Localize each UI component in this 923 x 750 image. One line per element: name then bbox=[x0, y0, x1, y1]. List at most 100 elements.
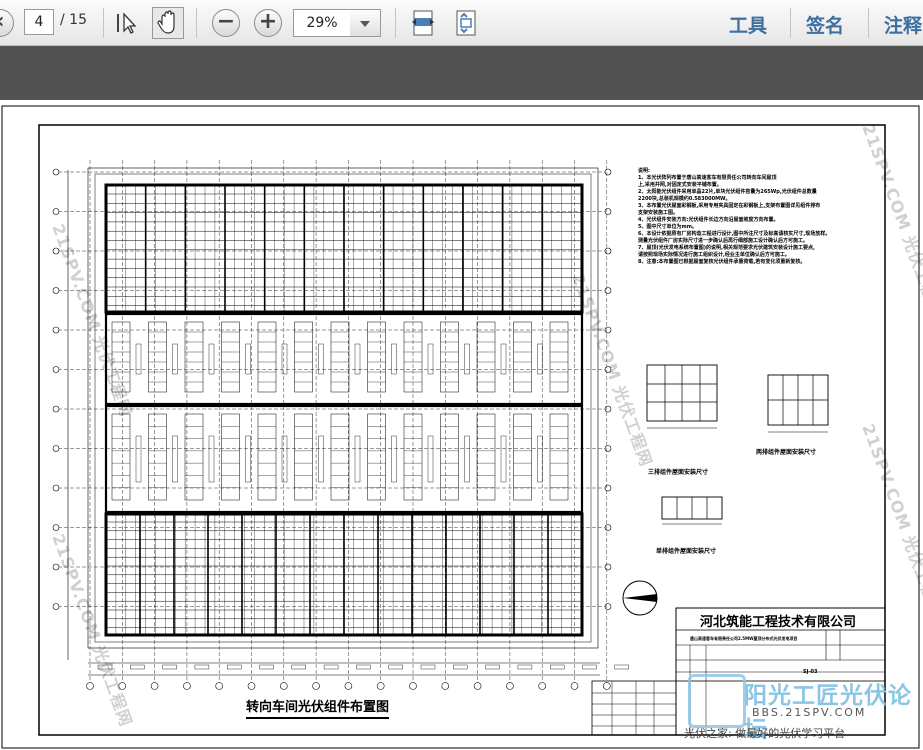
zoom-level-field[interactable]: 29% bbox=[293, 9, 351, 37]
axis-bubble bbox=[409, 682, 417, 690]
axis-bubble bbox=[52, 603, 60, 610]
axis-bubble bbox=[52, 208, 60, 215]
toolbar-divider bbox=[868, 8, 869, 38]
axis-bubble bbox=[604, 563, 612, 571]
walkway-strip bbox=[354, 435, 361, 483]
axis-bubble bbox=[247, 682, 256, 690]
axis-bubble bbox=[279, 682, 288, 690]
axis-bubble bbox=[473, 682, 482, 690]
axis-bubble bbox=[52, 326, 60, 334]
hand-tool-icon[interactable] bbox=[152, 7, 184, 39]
previous-page-button[interactable]: ‹ bbox=[0, 9, 14, 37]
pv-module-column bbox=[330, 321, 350, 393]
note-line: 3、本布置光伏屋面彩钢板,采用专用夹具固定在彩钢板上,支架布置图详见组件排布 bbox=[638, 203, 821, 209]
page-total: / 15 bbox=[60, 12, 87, 28]
menu-comment[interactable]: 注释 bbox=[884, 11, 922, 38]
zoom-out-button[interactable]: − bbox=[212, 9, 240, 37]
axis-bubble bbox=[344, 682, 353, 690]
axis-bubble bbox=[570, 682, 579, 690]
pv-module-column bbox=[367, 321, 386, 393]
pv-module-column bbox=[440, 321, 459, 393]
walkway-strip bbox=[500, 435, 507, 483]
walkway-strip bbox=[135, 435, 142, 483]
axis-bubble bbox=[52, 287, 60, 294]
dimension-tag bbox=[388, 664, 403, 670]
walkway-strip bbox=[537, 435, 543, 483]
pv-module-column bbox=[257, 413, 277, 501]
axis-bubble bbox=[441, 682, 450, 690]
axis-bubble bbox=[604, 366, 612, 373]
menu-sign[interactable]: 签名 bbox=[806, 11, 844, 38]
dimension-tag bbox=[420, 664, 436, 670]
walkway-strip bbox=[318, 435, 324, 483]
detail-label-single-row: 单排组件屋面安装尺寸 bbox=[656, 548, 717, 555]
north-arrow-pointer bbox=[623, 594, 657, 602]
axis-bubble bbox=[52, 563, 60, 571]
walkway-strip bbox=[208, 435, 215, 483]
axis-bubble bbox=[604, 168, 612, 176]
axis-bubble bbox=[52, 405, 60, 413]
dimension-tag bbox=[162, 664, 177, 670]
toolbar-divider bbox=[790, 8, 791, 38]
axis-bubble bbox=[604, 603, 612, 610]
axis-bubble bbox=[118, 682, 127, 690]
forum-url: BBS.21SPV.COM bbox=[752, 706, 867, 719]
note-line: 测量光伏组件厂房实际尺寸进一步确认后再行细部施工设计确认后方可施工。 bbox=[638, 238, 809, 244]
toolbar-divider bbox=[103, 8, 104, 38]
company-name: 河北筑能工程技术有限公司 bbox=[700, 615, 857, 630]
axis-bubble bbox=[604, 247, 612, 255]
walkway-strip bbox=[427, 435, 434, 483]
pv-module-column bbox=[221, 321, 240, 393]
note-line: 6、本设计依据原有厂房构造工程进行设计,图中所注尺寸及标高请核实尺寸,现场放样。 bbox=[638, 231, 831, 237]
pv-module-column bbox=[367, 413, 386, 501]
axis-bubble bbox=[602, 682, 611, 690]
zoom-dropdown-button[interactable] bbox=[350, 9, 381, 37]
toolbar-divider bbox=[395, 8, 396, 38]
pv-module-column bbox=[184, 413, 204, 501]
pdf-page[interactable]: 21SPV.COM 光伏工程网 21SPV.COM 光伏工程网 21SPV.CO… bbox=[0, 100, 923, 750]
menu-tools[interactable]: 工具 bbox=[729, 11, 767, 38]
note-line: 5、图中尺寸单位为mm。 bbox=[638, 224, 697, 230]
project-name: 唐山高速客车有限责任公司2.5MW屋顶分布式光伏发电项目 bbox=[690, 636, 798, 641]
note-line: 2200块,总装机规模约0.583000MW。 bbox=[638, 196, 731, 202]
pv-module-column bbox=[440, 413, 459, 501]
note-line: 请按照现场实际情况进行施工组织设计,经业主单位确认后方可施工。 bbox=[638, 252, 790, 258]
walkway-strip bbox=[391, 435, 397, 483]
axis-bubble bbox=[312, 682, 320, 690]
select-tool-icon[interactable] bbox=[114, 9, 142, 37]
axis-bubble bbox=[150, 682, 159, 690]
axis-bubble bbox=[506, 682, 514, 690]
pv-module-column bbox=[294, 413, 313, 501]
pv-module-column bbox=[184, 321, 204, 393]
axis-bubble bbox=[52, 168, 60, 176]
note-line: 4、光伏组件安装方向:光伏组件长边方向沿屋面坡度方向布置。 bbox=[638, 217, 779, 223]
pv-module-column bbox=[476, 321, 496, 393]
axis-bubble bbox=[52, 484, 60, 492]
dimension-tag bbox=[97, 664, 113, 670]
zoom-in-button[interactable]: + bbox=[254, 9, 282, 37]
detail-label-three-rows: 三排组件屋面安装尺寸 bbox=[648, 469, 709, 476]
note-line: 2、太阳能光伏组件采用单晶22片,单块光伏组件容量为265Wp,光伏组件总数量 bbox=[638, 189, 817, 195]
chevron-down-icon bbox=[360, 21, 370, 27]
toolbar-divider bbox=[196, 8, 197, 38]
axis-bubble bbox=[52, 247, 60, 255]
axis-bubble bbox=[604, 405, 612, 413]
pv-module-column bbox=[111, 413, 131, 501]
axis-bubble bbox=[52, 445, 60, 452]
fit-width-icon[interactable] bbox=[410, 8, 438, 38]
pv-module-column bbox=[549, 321, 569, 393]
fit-page-icon[interactable] bbox=[452, 8, 480, 38]
walkway-strip bbox=[172, 435, 178, 483]
axis-bubble bbox=[604, 326, 612, 334]
axis-bubble bbox=[376, 682, 385, 690]
pv-module-column bbox=[513, 321, 532, 393]
dimension-tag bbox=[226, 664, 242, 670]
page-number-input[interactable]: 4 bbox=[24, 9, 54, 35]
roof-inner-outline bbox=[94, 173, 592, 643]
dimension-tag bbox=[550, 664, 565, 670]
pv-module-column bbox=[111, 321, 131, 393]
axis-bubble bbox=[52, 366, 60, 373]
design-notes: 说明: 1、本光伏阵列布置于唐山高速客车有限责任公司转向车间屋顶 上,采用并网,… bbox=[638, 168, 883, 266]
axis-bubble bbox=[604, 445, 612, 452]
pv-module-column bbox=[148, 413, 167, 501]
